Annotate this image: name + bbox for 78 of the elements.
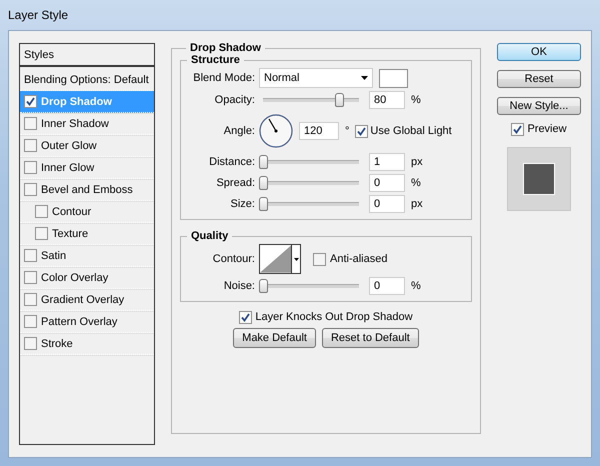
field-label: Size: <box>230 198 255 210</box>
style-list-item[interactable]: Stroke <box>20 333 154 355</box>
style-list-item[interactable]: Outer Glow <box>20 135 154 157</box>
slider-thumb[interactable] <box>259 279 268 293</box>
check-icon <box>357 126 366 136</box>
checkbox-label: Anti-aliased <box>330 253 388 265</box>
style-list-item[interactable]: Texture <box>20 223 154 245</box>
slider-thumb[interactable] <box>259 197 268 211</box>
checkbox[interactable] <box>24 315 37 328</box>
style-list-item[interactable]: Gradient Overlay <box>20 289 154 311</box>
checkbox[interactable] <box>35 227 48 240</box>
caret-icon <box>294 258 299 260</box>
group-title: Drop Shadow <box>189 42 262 54</box>
field-label: Contour: <box>212 253 255 265</box>
style-list-item[interactable]: Bevel and Emboss <box>20 179 154 201</box>
field-label: Spread: <box>215 177 255 189</box>
style-list-item[interactable]: Contour <box>20 201 154 223</box>
checkbox[interactable] <box>24 183 37 196</box>
unit-label: px <box>411 198 423 210</box>
checkbox[interactable] <box>24 95 37 108</box>
dialog-button[interactable]: New Style... <box>497 97 581 115</box>
unit-label: ° <box>345 125 350 137</box>
style-list-item[interactable]: Inner Glow <box>20 157 154 179</box>
blend-mode-dropdown[interactable]: Normal <box>259 68 373 88</box>
color-swatch[interactable] <box>379 68 408 88</box>
group-title: Structure <box>190 54 241 66</box>
list-header: Styles <box>24 48 54 60</box>
preview-square <box>523 163 555 195</box>
checkbox[interactable] <box>24 161 37 174</box>
unit-label: px <box>411 156 423 168</box>
style-list-item[interactable]: Color Overlay <box>20 267 154 289</box>
checkbox[interactable] <box>24 117 37 130</box>
input-field[interactable]: 0 <box>369 277 405 295</box>
check-icon <box>241 312 250 322</box>
checkbox-label: Use Global Light <box>370 125 452 137</box>
field-label: Angle: <box>222 125 255 137</box>
field-label: Noise: <box>222 280 255 292</box>
field-label: Blend Mode: <box>192 72 255 84</box>
angle-dial[interactable] <box>259 114 293 148</box>
checkbox[interactable] <box>24 249 37 262</box>
window-title: Layer Style <box>8 8 68 22</box>
caret-icon <box>361 76 368 80</box>
contour-curve-icon <box>260 245 292 273</box>
dialog-button[interactable]: Reset <box>497 70 581 88</box>
checkbox[interactable] <box>313 252 326 266</box>
style-list-item[interactable]: Inner Shadow <box>20 113 154 135</box>
slider-thumb[interactable] <box>259 155 268 169</box>
contour-picker[interactable] <box>259 244 301 274</box>
checkbox[interactable] <box>24 337 37 350</box>
unit-label: % <box>411 94 421 106</box>
checkbox[interactable] <box>511 122 524 136</box>
unit-label: % <box>411 177 421 189</box>
field-label: Distance: <box>208 156 255 168</box>
input-field[interactable]: 0 <box>369 195 405 213</box>
checkbox-label: Preview <box>527 123 567 135</box>
checkbox[interactable] <box>239 310 252 324</box>
style-list-item[interactable]: Satin <box>20 245 154 267</box>
dialog-button[interactable]: OK <box>497 43 581 61</box>
group-title: Quality <box>190 230 230 242</box>
style-list-item[interactable]: Pattern Overlay <box>20 311 154 333</box>
checkbox[interactable] <box>24 271 37 284</box>
checkbox[interactable] <box>24 139 37 152</box>
default-button[interactable]: Make Default <box>233 328 316 348</box>
unit-label: % <box>411 280 421 292</box>
input-field[interactable]: 1 <box>369 153 405 171</box>
slider-thumb[interactable] <box>335 93 344 107</box>
check-icon <box>26 97 35 106</box>
checkbox[interactable] <box>35 205 48 218</box>
checkbox[interactable] <box>24 293 37 306</box>
input-field[interactable]: 0 <box>369 174 405 192</box>
default-button[interactable]: Reset to Default <box>322 328 419 348</box>
field-label: Opacity: <box>214 94 255 106</box>
check-icon <box>513 124 522 134</box>
slider-thumb[interactable] <box>259 176 268 190</box>
checkbox[interactable] <box>355 124 368 138</box>
input-field[interactable]: 120 <box>299 122 339 140</box>
checkbox-label: Layer Knocks Out Drop Shadow <box>255 311 413 323</box>
input-field[interactable]: 80 <box>369 91 405 109</box>
